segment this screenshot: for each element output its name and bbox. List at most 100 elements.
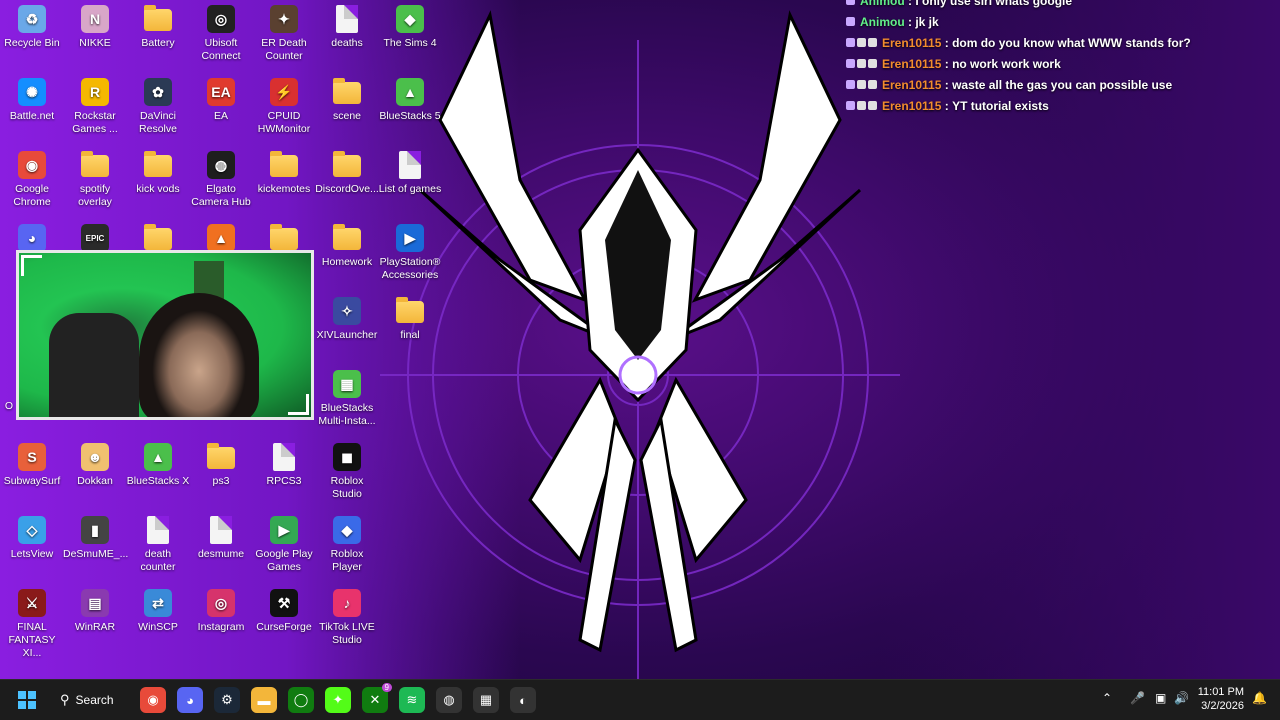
desktop-icon[interactable]: ⇄ WinSCP	[126, 589, 190, 634]
taskbar-camera-hub-icon[interactable]: ◍	[436, 687, 462, 713]
desktop-icon[interactable]: ✺ Battle.net	[0, 78, 64, 123]
desktop-icon[interactable]: ⚔ FINAL FANTASY XI...	[0, 589, 64, 660]
taskbar-steam-icon[interactable]: ⚙	[214, 687, 240, 713]
volume-icon[interactable]: 🔊	[1174, 691, 1189, 705]
chat-badge-icon	[868, 80, 877, 89]
network-icon[interactable]: ▣	[1155, 691, 1166, 705]
desktop-icon[interactable]: spotify overlay	[63, 151, 127, 209]
desktop-icon[interactable]: ▶ Google Play Games	[252, 516, 316, 574]
desktop-icon[interactable]: ✧ XIVLauncher	[315, 297, 379, 342]
taskbar-glyph: ▦	[479, 692, 493, 707]
app-glyph-icon: EA	[211, 83, 231, 100]
desktop-icon[interactable]: ▶ PlayStation® Accessories	[378, 224, 442, 282]
chat-username: Eren10115	[882, 56, 942, 71]
desktop-icon[interactable]: List of games	[378, 151, 442, 196]
chat-username: Animou	[860, 14, 905, 29]
clock[interactable]: 11:01 PM 3/2/2026	[1198, 685, 1244, 713]
taskbar-stream-deck-icon[interactable]: ▦	[473, 687, 499, 713]
notification-bell-icon[interactable]: 🔔	[1252, 691, 1267, 705]
app-glyph-icon: ◇	[26, 521, 38, 538]
desktop-icon[interactable]: kickemotes	[252, 151, 316, 196]
desktop-icon[interactable]: desmume	[189, 516, 253, 561]
desktop-icon[interactable]: ◍ Elgato Camera Hub	[189, 151, 253, 209]
chat-badge-icon	[868, 38, 877, 47]
taskbar-obs-icon[interactable]: ◐	[510, 687, 536, 713]
desktop-icon-label: Roblox Player	[330, 548, 364, 573]
desktop-icon-label: CPUID HWMonitor	[257, 110, 311, 135]
chat-badge-icon	[868, 59, 877, 68]
desktop-icon-label: Ubisoft Connect	[201, 37, 241, 62]
chat-badge-icon	[846, 38, 855, 47]
desktop-icon[interactable]: R Rockstar Games ...	[63, 78, 127, 136]
desktop-icon[interactable]: ◆ The Sims 4	[378, 5, 442, 50]
chat-separator: :	[904, 0, 916, 8]
desktop-icon-label: kickemotes	[257, 183, 311, 195]
app-glyph-icon: ⚒	[277, 594, 291, 611]
desktop-icon[interactable]: ♻ Recycle Bin	[0, 5, 64, 50]
taskbar-search[interactable]: ⚲ Search	[60, 686, 126, 714]
taskbar-xbox-app-icon[interactable]: ◯	[288, 687, 314, 713]
desktop-icon[interactable]: ◎ Instagram	[189, 589, 253, 634]
taskbar-glyph: ◐	[519, 692, 527, 708]
taskbar-file-explorer-icon[interactable]: ▬	[251, 687, 277, 713]
show-hidden-icons-chevron-icon[interactable]: ⌃	[1102, 691, 1112, 705]
taskbar-spotify-icon[interactable]: ≋	[399, 687, 425, 713]
folder-icon	[333, 78, 361, 104]
app-icon: ☻	[81, 443, 109, 471]
desktop-icon[interactable]: ◉ Google Chrome	[0, 151, 64, 209]
desktop-icon[interactable]: S SubwaySurf	[0, 443, 64, 488]
chat-message: Eren10115 : dom do you know what WWW sta…	[846, 32, 1266, 53]
desktop-icon-label: kick vods	[136, 183, 180, 195]
desktop-icon-label: Battle.net	[9, 110, 55, 122]
desktop-icon[interactable]: ⚡ CPUID HWMonitor	[252, 78, 316, 136]
desktop-icon[interactable]: RPCS3	[252, 443, 316, 488]
app-glyph-icon: ✺	[26, 83, 38, 100]
desktop-icon[interactable]: final	[378, 297, 442, 342]
app-glyph-icon: S	[27, 448, 37, 465]
desktop-icon[interactable]: Homework	[315, 224, 379, 269]
app-icon: ▶	[396, 224, 424, 252]
desktop-icon[interactable]: Battery	[126, 5, 190, 50]
desktop-icon[interactable]: DiscordOve...	[315, 151, 379, 196]
document-icon	[147, 516, 169, 544]
chat-username: Animou	[860, 0, 905, 8]
microphone-icon[interactable]: 🎤	[1130, 691, 1145, 705]
chat-badge-icon	[846, 101, 855, 110]
desktop-icon[interactable]: ◎ Ubisoft Connect	[189, 5, 253, 63]
taskbar-glyph: ✦	[332, 692, 344, 707]
desktop-icon[interactable]: scene	[315, 78, 379, 123]
desktop-icon[interactable]: ◆ Roblox Player	[315, 516, 379, 574]
desktop-icon[interactable]: deaths	[315, 5, 379, 50]
app-icon: ▲	[396, 78, 424, 106]
desktop-icon[interactable]: N NIKKE	[63, 5, 127, 50]
desktop-icon[interactable]: EA EA	[189, 78, 253, 123]
desktop-icon[interactable]: ▦ BlueStacks Multi-Insta...	[315, 370, 379, 428]
start-button[interactable]	[14, 687, 40, 713]
desktop-icon[interactable]: ▲ BlueStacks X	[126, 443, 190, 488]
desktop-icon[interactable]: ⚒ CurseForge	[252, 589, 316, 634]
chat-separator: :	[941, 35, 953, 50]
desktop-icon[interactable]: ps3	[189, 443, 253, 488]
desktop-icon[interactable]: ♪ TikTok LIVE Studio	[315, 589, 379, 647]
desktop-icon[interactable]: ◼ Roblox Studio	[315, 443, 379, 501]
desktop-icon-label: deaths	[331, 37, 363, 49]
desktop-icon[interactable]: kick vods	[126, 151, 190, 196]
chat-badge-icon	[857, 59, 866, 68]
taskbar-chrome-icon[interactable]: ◉	[140, 687, 166, 713]
desktop-icon[interactable]: ✿ DaVinci Resolve	[126, 78, 190, 136]
app-icon: ◉	[18, 151, 46, 179]
desktop-icon[interactable]: ◇ LetsView	[0, 516, 64, 561]
app-glyph-icon: ☻	[87, 448, 103, 465]
app-icon: ✦	[270, 5, 298, 33]
desktop-icon[interactable]: ▤ WinRAR	[63, 589, 127, 634]
desktop-icon[interactable]: death counter	[126, 516, 190, 574]
desktop-icon[interactable]: ▲ BlueStacks 5	[378, 78, 442, 123]
taskbar-xbox-game-bar-icon[interactable]: ✕ 9	[362, 683, 392, 713]
desktop-icon[interactable]: ☻ Dokkan	[63, 443, 127, 488]
app-icon: S	[18, 443, 46, 471]
taskbar-discord-icon[interactable]: ◕	[177, 687, 203, 713]
desktop-icon[interactable]: ▮ DeSmuME_...	[63, 516, 128, 561]
taskbar-kick-icon[interactable]: ✦	[325, 687, 351, 713]
app-icon: N	[81, 5, 109, 33]
desktop-icon[interactable]: ✦ ER Death Counter	[252, 5, 316, 63]
